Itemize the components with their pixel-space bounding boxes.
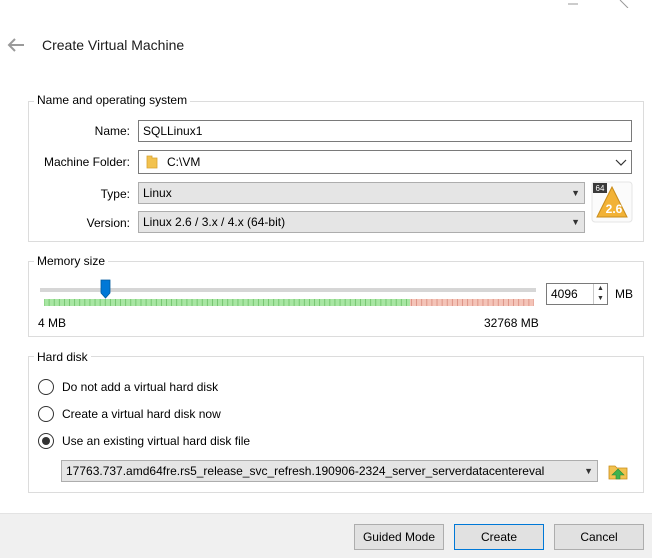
radio-button-checked[interactable]	[38, 433, 54, 449]
memory-spinbox[interactable]: 4096 ▲ ▼	[546, 283, 608, 305]
browse-folder-icon[interactable]	[607, 460, 629, 482]
name-field[interactable]: SQLLinux1	[138, 120, 632, 142]
memory-slider-track[interactable]	[40, 288, 536, 292]
memory-value: 4096	[551, 287, 578, 301]
version-select[interactable]: Linux 2.6 / 3.x / 4.x (64-bit) ▼	[138, 211, 585, 233]
caret-down-icon: ▼	[571, 188, 580, 198]
chevron-down-icon	[615, 159, 627, 166]
radio-button[interactable]	[38, 406, 54, 422]
os-bits-label: 64	[596, 184, 605, 193]
memory-group-label: Memory size	[34, 254, 109, 268]
name-value: SQLLinux1	[143, 124, 203, 138]
os-version-label: 2.6	[606, 202, 623, 216]
create-button[interactable]: Create	[454, 524, 544, 550]
radio-no-disk[interactable]: Do not add a virtual hard disk	[38, 378, 218, 396]
machine-folder-label: Machine Folder:	[43, 155, 130, 169]
folder-icon	[146, 155, 158, 169]
radio-create-disk[interactable]: Create a virtual hard disk now	[38, 405, 221, 423]
radio-no-disk-label: Do not add a virtual hard disk	[62, 380, 219, 394]
memory-unit-label: MB	[615, 287, 633, 301]
machine-folder-value: C:\VM	[167, 155, 201, 169]
back-arrow-icon	[7, 38, 24, 52]
memory-spin-buttons: ▲ ▼	[593, 284, 607, 304]
guided-mode-button[interactable]: Guided Mode	[354, 524, 444, 550]
name-os-group-label: Name and operating system	[34, 93, 191, 107]
cancel-button[interactable]: Cancel	[554, 524, 644, 550]
memory-max-label: 32768 MB	[484, 316, 539, 330]
type-select[interactable]: Linux ▼	[138, 182, 585, 204]
hard-disk-group-label: Hard disk	[34, 350, 91, 364]
window-controls	[568, 0, 629, 8]
radio-create-disk-label: Create a virtual hard disk now	[62, 407, 221, 421]
name-label: Name:	[94, 124, 130, 138]
memory-min-label: 4 MB	[38, 316, 67, 330]
machine-folder-select[interactable]: C:\VM	[138, 150, 632, 174]
memory-slider-thumb[interactable]	[100, 279, 111, 299]
spin-down-icon[interactable]: ▼	[594, 294, 607, 304]
radio-button[interactable]	[38, 379, 54, 395]
back-button[interactable]	[6, 36, 28, 54]
radio-existing-disk[interactable]: Use an existing virtual hard disk file	[38, 432, 250, 450]
linux-os-icon: 64 2.6	[591, 181, 633, 223]
version-value: Linux 2.6 / 3.x / 4.x (64-bit)	[143, 215, 286, 229]
radio-existing-disk-label: Use an existing virtual hard disk file	[62, 434, 251, 448]
disk-file-select[interactable]: 17763.737.amd64fre.rs5_release_svc_refre…	[61, 460, 598, 482]
caret-down-icon: ▼	[584, 466, 593, 476]
version-label: Version:	[86, 216, 130, 230]
spin-up-icon[interactable]: ▲	[594, 284, 607, 294]
type-value: Linux	[143, 186, 172, 200]
type-label: Type:	[100, 187, 130, 201]
disk-file-value: 17763.737.amd64fre.rs5_release_svc_refre…	[66, 464, 545, 478]
memory-slider-ticks	[44, 299, 534, 306]
page-title: Create Virtual Machine	[42, 37, 185, 53]
caret-down-icon: ▼	[571, 217, 580, 227]
